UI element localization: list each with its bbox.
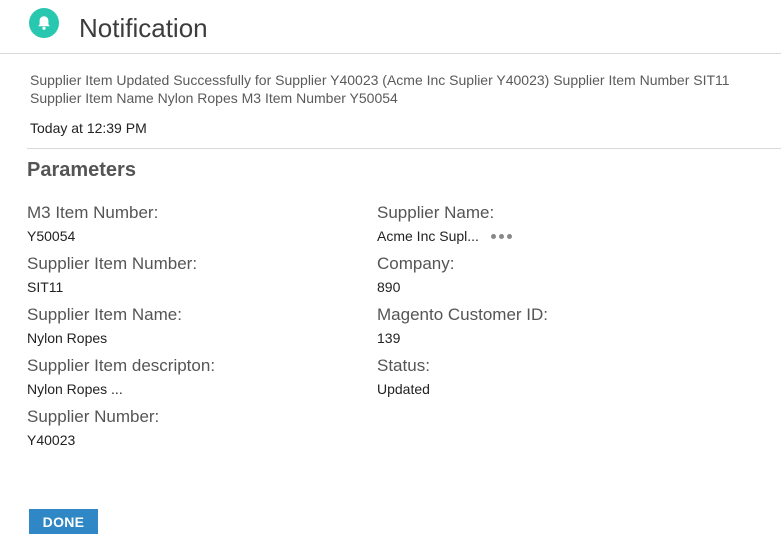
param-supplier-item-name: Supplier Item Name: Nylon Ropes [27, 305, 182, 347]
message-line-1: Supplier Item Updated Successfully for S… [30, 72, 730, 88]
param-value: 890 [377, 279, 401, 295]
parameters-heading: Parameters [27, 159, 136, 181]
param-m3-item-number: M3 Item Number: Y50054 [27, 203, 158, 245]
param-value: 139 [377, 330, 401, 346]
param-magento-customer-id: Magento Customer ID: 139 [377, 305, 548, 347]
supplier-name-value: Acme Inc Supl... [377, 228, 479, 244]
more-icon[interactable] [490, 234, 512, 239]
param-value: Updated [377, 381, 430, 397]
done-button[interactable]: DONE [29, 509, 98, 534]
param-value: Acme Inc Supl... [377, 228, 512, 245]
bell-icon [29, 8, 59, 38]
notification-message: Supplier Item Updated Successfully for S… [30, 71, 781, 107]
divider [27, 148, 781, 149]
param-status: Status: Updated [377, 356, 430, 398]
param-label: M3 Item Number: [27, 203, 159, 222]
param-value: SIT11 [27, 279, 64, 295]
page-title: Notification [79, 13, 208, 43]
param-company: Company: 890 [377, 254, 454, 296]
param-label: Supplier Item descripton: [27, 356, 216, 375]
param-label: Status: [377, 356, 430, 375]
param-label: Magento Customer ID: [377, 305, 549, 324]
param-label: Supplier Name: [377, 203, 495, 222]
param-supplier-name: Supplier Name: Acme Inc Supl... [377, 203, 512, 245]
param-value: Nylon Ropes ... [27, 381, 123, 397]
notification-header: Notification [0, 0, 781, 54]
param-label: Supplier Item Name: [27, 305, 182, 324]
message-line-2: Supplier Item Name Nylon Ropes M3 Item N… [30, 90, 398, 106]
param-label: Supplier Number: [27, 407, 160, 426]
param-supplier-number: Supplier Number: Y40023 [27, 407, 159, 449]
param-value: Y40023 [27, 432, 76, 448]
param-supplier-item-description: Supplier Item descripton: Nylon Ropes ..… [27, 356, 215, 398]
param-value: Nylon Ropes [27, 330, 108, 346]
param-label: Supplier Item Number: [27, 254, 198, 273]
param-label: Company: [377, 254, 455, 273]
param-value: Y50054 [27, 228, 76, 244]
param-supplier-item-number: Supplier Item Number: SIT11 [27, 254, 197, 296]
notification-timestamp: Today at 12:39 PM [30, 120, 147, 136]
